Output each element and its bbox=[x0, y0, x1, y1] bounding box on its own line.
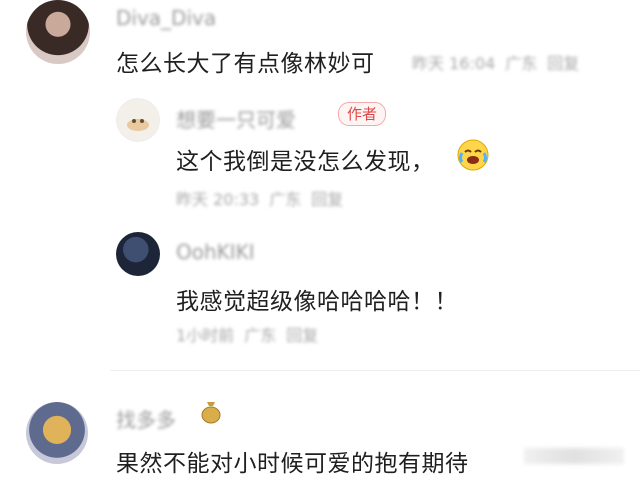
comment-location: 广东 bbox=[244, 326, 277, 345]
comment-text[interactable]: 怎么长大了有点像林妙可 bbox=[116, 44, 375, 78]
comment-location: 广东 bbox=[505, 54, 538, 73]
reply-comment-2: OohKIKI 我感觉超级像哈哈哈哈！！ 1小时前 广东 回复 bbox=[0, 226, 640, 350]
comment-text[interactable]: 果然不能对小时候可爱的抱有期待 bbox=[116, 444, 469, 478]
crying-laughing-emoji-icon bbox=[456, 138, 490, 172]
avatar[interactable] bbox=[26, 402, 88, 464]
reply-button[interactable]: 回复 bbox=[286, 326, 318, 345]
username[interactable]: 找多多 bbox=[116, 404, 176, 433]
avatar-illustration-icon bbox=[127, 119, 149, 131]
author-badge: 作者 bbox=[338, 102, 387, 126]
username[interactable]: OohKIKI bbox=[176, 240, 255, 264]
username[interactable]: 想要一只可爱 bbox=[176, 104, 296, 133]
section-divider bbox=[110, 370, 640, 371]
comment-1: Diva_Diva 怎么长大了有点像林妙可 昨天 16:04 广东 回复 bbox=[0, 0, 640, 88]
avatar[interactable] bbox=[116, 232, 160, 276]
comment-meta: 昨天 16:04 广东 回复 bbox=[412, 50, 589, 74]
comment-2: 找多多 果然不能对小时候可爱的抱有期待 bbox=[0, 392, 640, 491]
watermark bbox=[524, 448, 624, 464]
comment-text[interactable]: 我感觉超级像哈哈哈哈！！ bbox=[176, 282, 458, 316]
comment-time: 昨天 16:04 bbox=[412, 54, 496, 73]
comment-time: 昨天 20:33 bbox=[176, 190, 260, 209]
comment-time: 1小时前 bbox=[176, 326, 235, 345]
comment-location: 广东 bbox=[269, 190, 302, 209]
comment-meta: 昨天 20:33 广东 回复 bbox=[176, 186, 353, 210]
comment-text[interactable]: 这个我倒是没怎么发现， bbox=[176, 142, 435, 176]
comment-meta: 1小时前 广东 回复 bbox=[176, 322, 328, 346]
reply-button[interactable]: 回复 bbox=[311, 190, 343, 209]
username[interactable]: Diva_Diva bbox=[116, 6, 216, 30]
avatar[interactable] bbox=[26, 0, 90, 64]
reply-button[interactable]: 回复 bbox=[547, 54, 579, 73]
money-bag-icon bbox=[200, 398, 222, 424]
reply-comment-1: 想要一只可爱 作者 这个我倒是没怎么发现， 昨天 20:33 广东 回复 bbox=[0, 92, 640, 212]
avatar[interactable] bbox=[116, 98, 160, 142]
